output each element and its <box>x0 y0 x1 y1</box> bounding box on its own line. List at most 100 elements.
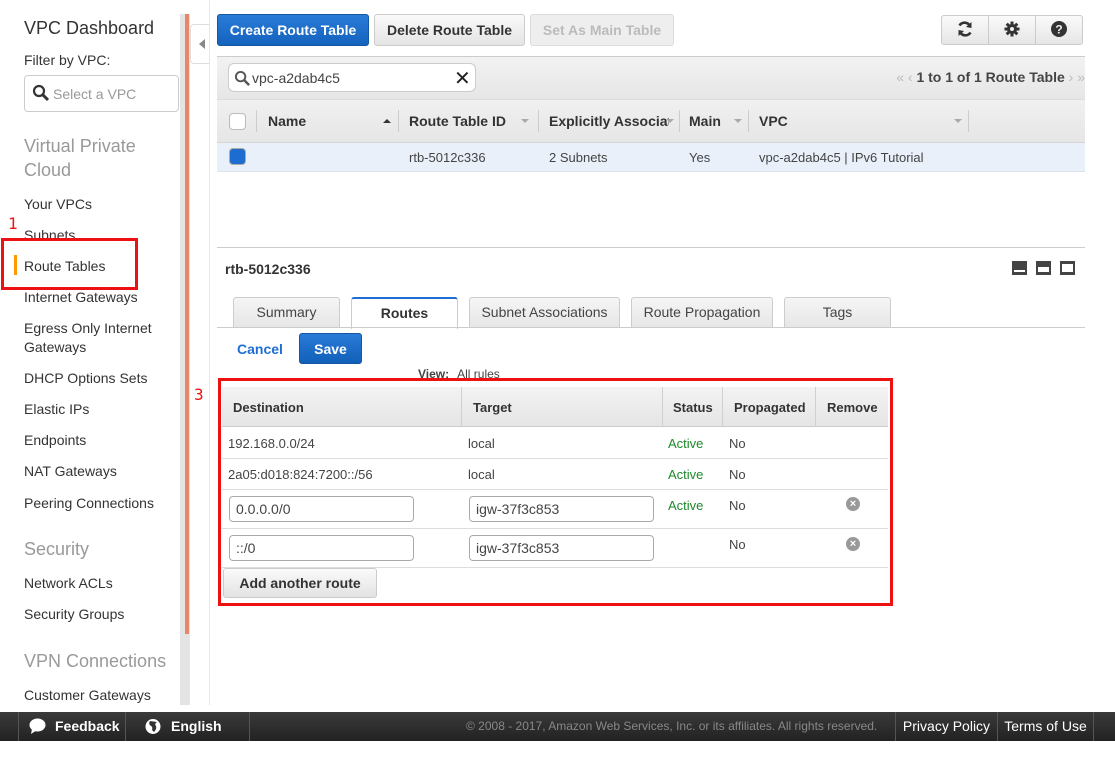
first-page-icon[interactable]: « <box>896 69 904 85</box>
select-all-checkbox[interactable] <box>229 113 246 130</box>
layout-split-icon <box>1038 267 1049 272</box>
cancel-button[interactable]: Cancel <box>237 341 283 357</box>
annotation-number-3: 3 <box>194 385 204 404</box>
annotation-box-1 <box>1 238 138 290</box>
collapse-sidebar-button[interactable] <box>190 24 210 64</box>
sort-icon[interactable] <box>666 119 674 123</box>
pagination-text: 1 to 1 of 1 Route Table <box>916 69 1065 85</box>
feedback-link[interactable]: Feedback <box>18 712 125 741</box>
sidebar-title[interactable]: VPC Dashboard <box>24 18 154 39</box>
vpc-filter-placeholder: Select a VPC <box>53 86 137 102</box>
refresh-button[interactable] <box>942 16 989 44</box>
column-header-name[interactable]: Name <box>268 113 306 129</box>
next-page-icon[interactable]: › <box>1069 69 1074 85</box>
sort-icon[interactable] <box>734 119 742 123</box>
chevron-left-icon <box>199 39 205 49</box>
row-checkbox[interactable] <box>229 148 246 165</box>
filter-label: Filter by VPC: <box>24 52 111 68</box>
sidebar-item-customer-gateways[interactable]: Customer Gateways <box>24 686 151 705</box>
route-table-search-input[interactable]: vpc-a2dab4c5 ✕ <box>228 63 476 92</box>
detail-title: rtb-5012c336 <box>225 261 311 277</box>
clear-search-icon[interactable]: ✕ <box>454 66 471 91</box>
settings-button[interactable] <box>989 16 1036 44</box>
pane-splitter[interactable] <box>217 247 1085 248</box>
column-header-vpc[interactable]: VPC <box>759 113 788 129</box>
sidebar-item-egress-only-gateways[interactable]: Egress Only Internet Gateways <box>24 319 164 357</box>
help-button[interactable]: ? <box>1036 16 1082 44</box>
annotation-box-3 <box>218 378 893 606</box>
tab-divider <box>217 327 1085 328</box>
create-route-table-button[interactable]: Create Route Table <box>217 14 369 46</box>
table-row[interactable] <box>217 143 1085 172</box>
section-heading-security: Security <box>24 539 90 559</box>
tab-routes[interactable]: Routes <box>351 297 458 329</box>
layout-bottom-icon <box>1014 270 1025 272</box>
sidebar-scroll-thumb[interactable] <box>185 14 189 634</box>
set-main-table-button[interactable]: Set As Main Table <box>530 14 674 46</box>
delete-route-table-button[interactable]: Delete Route Table <box>374 14 525 46</box>
feedback-label: Feedback <box>55 718 120 734</box>
divider <box>209 0 210 705</box>
terms-of-use-link[interactable]: Terms of Use <box>997 712 1093 741</box>
column-separator <box>968 110 969 132</box>
view-split-pane-button[interactable] <box>1036 261 1051 275</box>
sidebar-item-security-groups[interactable]: Security Groups <box>24 605 124 624</box>
language-label: English (US) <box>171 718 222 763</box>
vpc-filter-select[interactable]: Select a VPC <box>24 75 179 112</box>
sidebar-item-elastic-ips[interactable]: Elastic IPs <box>24 400 89 419</box>
refresh-icon <box>956 20 974 41</box>
last-page-icon[interactable]: » <box>1077 69 1085 85</box>
save-button[interactable]: Save <box>299 333 362 364</box>
column-header-main[interactable]: Main <box>689 113 721 129</box>
column-separator <box>538 110 539 132</box>
sort-icon[interactable] <box>521 119 529 123</box>
sidebar-item-network-acls[interactable]: Network ACLs <box>24 574 113 593</box>
gear-icon <box>1004 21 1020 40</box>
footer: Feedback English (US) © 2008 - 2017, Ama… <box>0 712 1115 763</box>
search-icon <box>234 70 251 90</box>
help-icon: ? <box>1051 20 1067 40</box>
annotation-number-1: 1 <box>8 214 18 233</box>
sidebar-item-your-vpcs[interactable]: Your VPCs <box>24 195 92 214</box>
tab-summary[interactable]: Summary <box>233 297 340 328</box>
speech-bubble-icon <box>29 712 46 751</box>
sidebar-item-nat-gateways[interactable]: NAT Gateways <box>24 462 117 481</box>
footer-divider <box>1093 712 1115 741</box>
copyright-text: © 2008 - 2017, Amazon Web Services, Inc.… <box>466 719 878 733</box>
prev-page-icon[interactable]: ‹ <box>908 69 913 85</box>
language-selector[interactable]: English (US) <box>125 712 249 763</box>
view-top-pane-button[interactable] <box>1060 261 1075 275</box>
column-header-route-table-id[interactable]: Route Table ID <box>409 113 506 129</box>
tab-route-propagation[interactable]: Route Propagation <box>631 297 773 328</box>
sidebar-item-internet-gateways[interactable]: Internet Gateways <box>24 288 138 307</box>
sort-asc-icon[interactable] <box>383 119 391 123</box>
column-header-explicitly-associated[interactable]: Explicitly Associat <box>549 113 669 129</box>
footer-divider <box>249 712 250 741</box>
search-value: vpc-a2dab4c5 <box>252 70 340 86</box>
section-heading-vpc: Virtual Private Cloud <box>24 136 136 180</box>
cell-vpc: vpc-a2dab4c5 | IPv6 Tutorial <box>759 150 924 165</box>
pagination: « ‹ 1 to 1 of 1 Route Table › » <box>896 69 1085 85</box>
layout-top-icon <box>1062 264 1073 272</box>
column-separator <box>256 110 257 132</box>
tab-tags[interactable]: Tags <box>784 297 891 328</box>
search-icon <box>32 84 50 105</box>
toolbar-icon-group: ? <box>941 15 1083 45</box>
sidebar-item-dhcp-options[interactable]: DHCP Options Sets <box>24 369 147 388</box>
sidebar-item-peering-connections[interactable]: Peering Connections <box>24 494 154 513</box>
cell-route-table-id: rtb-5012c336 <box>409 150 486 165</box>
sidebar: VPC Dashboard Filter by VPC: Select a VP… <box>0 0 180 705</box>
view-bottom-pane-button[interactable] <box>1012 261 1027 275</box>
section-heading-vpn: VPN Connections <box>24 651 167 671</box>
tab-subnet-associations[interactable]: Subnet Associations <box>469 297 620 328</box>
sort-icon[interactable] <box>954 119 962 123</box>
column-separator <box>748 110 749 132</box>
cell-explicitly-associated: 2 Subnets <box>549 150 608 165</box>
svg-text:?: ? <box>1055 22 1062 36</box>
globe-icon <box>145 712 161 751</box>
sidebar-item-endpoints[interactable]: Endpoints <box>24 431 86 450</box>
column-separator <box>679 110 680 132</box>
privacy-policy-link[interactable]: Privacy Policy <box>895 712 997 741</box>
column-separator <box>398 110 399 132</box>
cell-main: Yes <box>689 150 711 165</box>
